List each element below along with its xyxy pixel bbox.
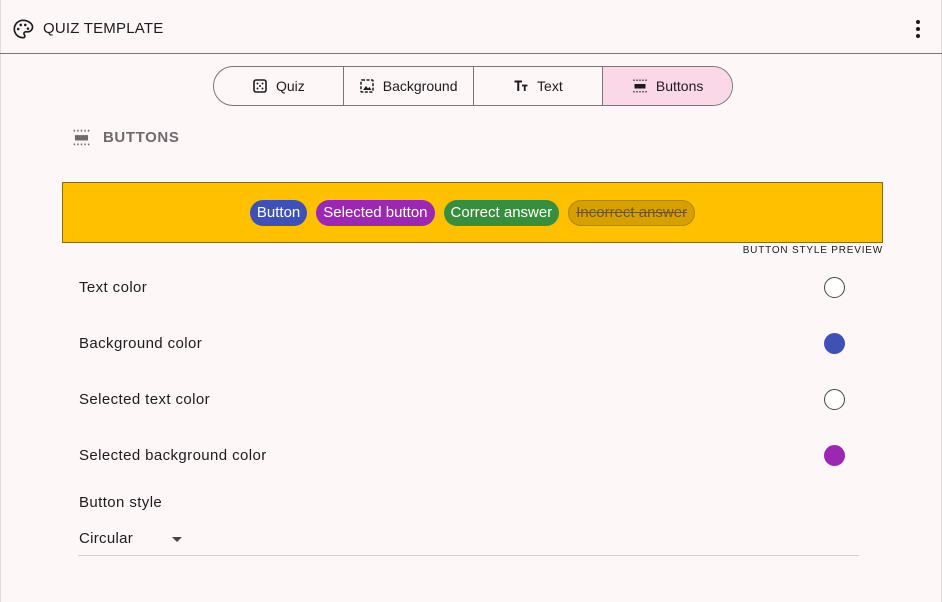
tab-quiz[interactable]: Quiz (214, 67, 344, 105)
app-title: QUIZ TEMPLATE (43, 20, 164, 37)
tab-segmented-control: Quiz Background Text Buttons (213, 66, 733, 106)
tab-quiz-label: Quiz (275, 78, 305, 94)
tab-background[interactable]: Background (344, 67, 474, 105)
tab-buttons[interactable]: Buttons (603, 67, 732, 105)
preview-incorrect-answer-button[interactable]: Incorrect answer (568, 199, 696, 226)
selected-background-color-row: Selected background color (79, 435, 845, 475)
selected-text-color-label: Selected text color (79, 390, 210, 408)
selected-background-color-label: Selected background color (79, 446, 267, 464)
button-style-label: Button style (79, 494, 163, 511)
selected-text-color-swatch[interactable] (824, 388, 845, 410)
text-color-row: Text color (79, 267, 845, 307)
tab-background-label: Background (382, 78, 458, 94)
preview-correct-answer-button[interactable]: Correct answer (443, 199, 560, 226)
text-color-swatch[interactable] (824, 276, 845, 298)
button-style-value: Circular (79, 530, 134, 547)
section-header: BUTTONS (72, 128, 179, 147)
selected-background-color-swatch[interactable] (824, 444, 845, 466)
app-bar: QUIZ TEMPLATE (0, 0, 942, 54)
background-color-swatch[interactable] (824, 332, 845, 354)
selected-text-color-row: Selected text color (79, 379, 845, 419)
more-vert-icon[interactable] (908, 17, 928, 41)
button-style-preview: Button Selected button Correct answer In… (62, 182, 883, 243)
preview-button[interactable]: Button (249, 199, 308, 226)
button-style-select[interactable]: Circular (78, 524, 859, 556)
preview-selected-button[interactable]: Selected button (316, 199, 435, 226)
section-title: BUTTONS (103, 129, 180, 146)
buttons-icon (633, 79, 647, 93)
text-color-label: Text color (79, 278, 148, 296)
tab-buttons-label: Buttons (655, 78, 704, 94)
background-color-label: Background color (79, 334, 203, 352)
palette-icon (13, 19, 34, 39)
tab-text[interactable]: Text (474, 67, 604, 105)
tab-text-label: Text (537, 78, 563, 94)
quiz-icon (253, 79, 267, 93)
dropdown-arrow-icon (172, 537, 182, 542)
buttons-icon (73, 129, 90, 146)
preview-caption: BUTTON STYLE PREVIEW (742, 245, 883, 256)
image-icon (360, 79, 374, 93)
background-color-row: Background color (79, 323, 845, 363)
text-fields-icon (514, 80, 528, 91)
